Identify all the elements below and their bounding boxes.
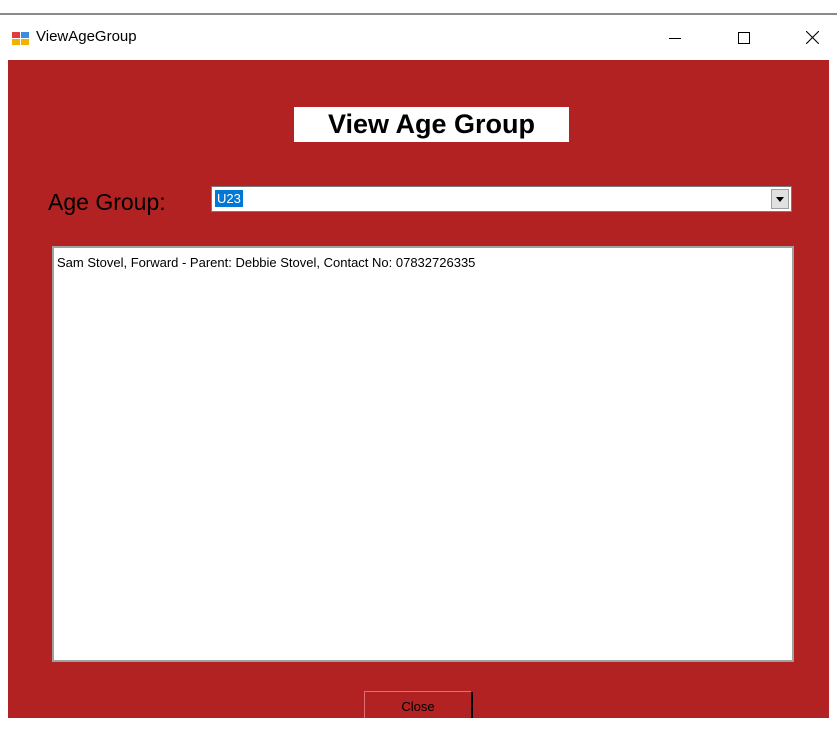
- page-title: View Age Group: [294, 107, 569, 142]
- maximize-icon: [738, 31, 750, 44]
- form-client-area: View Age Group Age Group: U23 Sam Stovel…: [8, 60, 829, 721]
- minimize-icon: [669, 37, 681, 39]
- window-title: ViewAgeGroup: [36, 28, 137, 45]
- view-age-group-window: ViewAgeGroup View Age Group Age Group: U…: [0, 0, 837, 745]
- chevron-down-icon: [776, 196, 784, 202]
- close-button[interactable]: Close: [364, 691, 472, 721]
- title-bar[interactable]: ViewAgeGroup: [0, 15, 837, 60]
- dropdown-button[interactable]: [771, 189, 789, 209]
- window-bottom-strip: [0, 718, 837, 745]
- age-group-label: Age Group:: [48, 189, 166, 215]
- close-window-button[interactable]: [789, 15, 835, 60]
- maximize-button[interactable]: [721, 15, 767, 60]
- minimize-button[interactable]: [652, 15, 698, 60]
- age-group-dropdown[interactable]: U23: [211, 186, 792, 212]
- players-listbox[interactable]: Sam Stovel, Forward - Parent: Debbie Sto…: [52, 246, 794, 662]
- app-form-icon: [12, 32, 30, 46]
- age-group-selected-value: U23: [215, 190, 243, 207]
- close-icon: [805, 31, 819, 44]
- list-item[interactable]: Sam Stovel, Forward - Parent: Debbie Sto…: [54, 248, 792, 270]
